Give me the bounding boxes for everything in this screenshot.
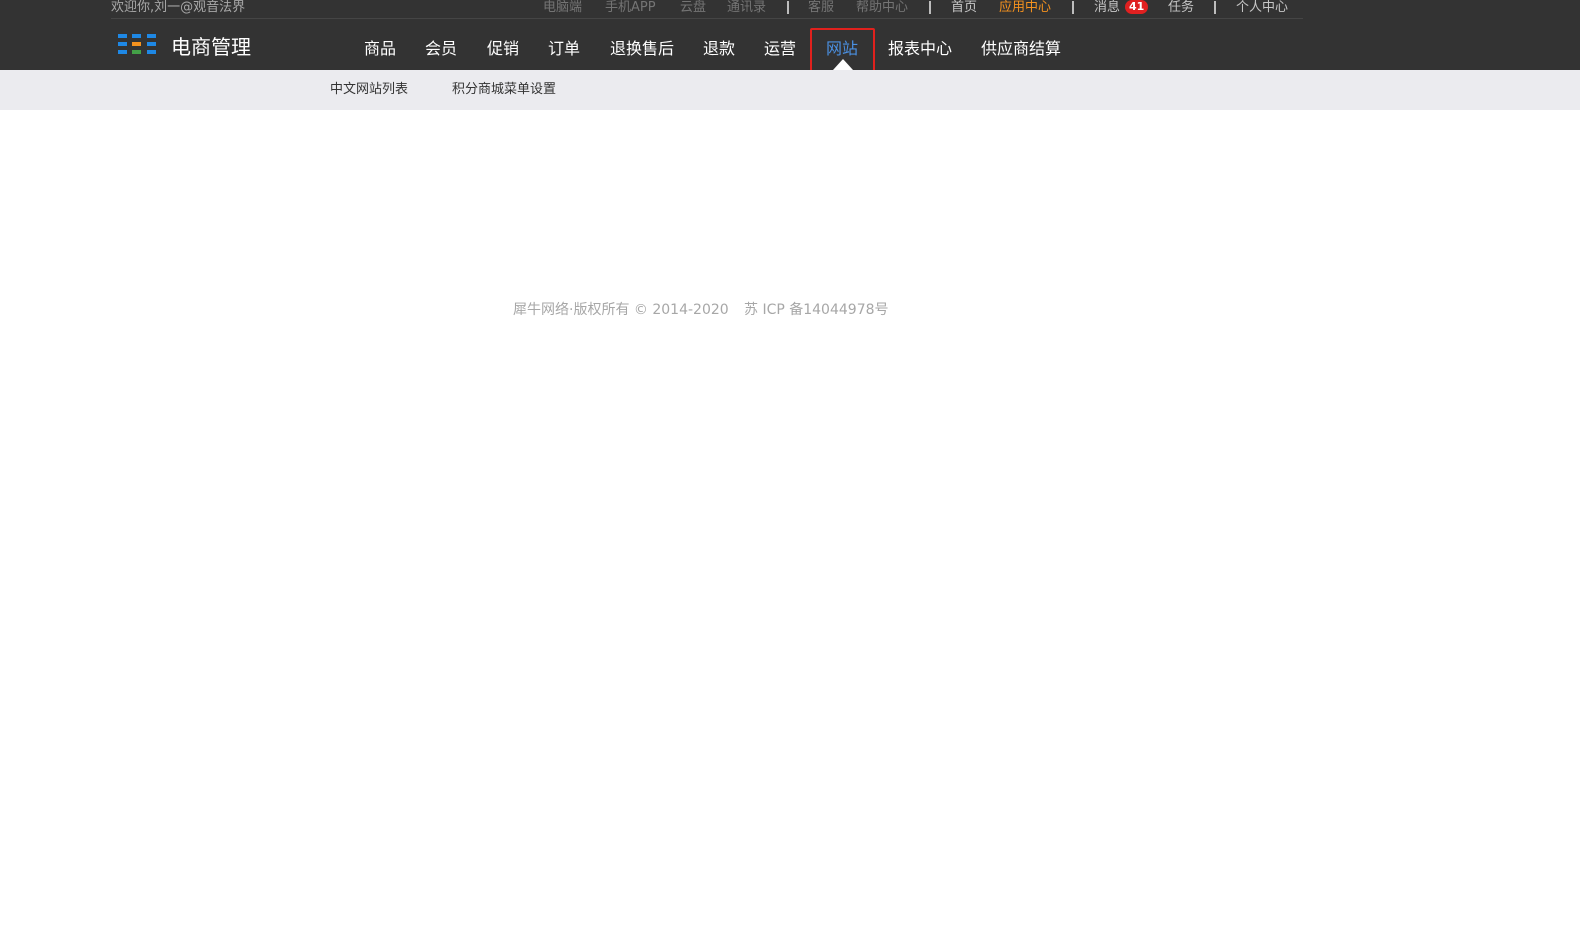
mobile-app-link[interactable]: 手机APP [605, 0, 656, 17]
nav-item-supplier-settlement[interactable]: 供应商结算 [981, 38, 1061, 60]
divider [111, 18, 1303, 19]
separator [1214, 1, 1216, 14]
utility-bar: 欢迎你,刘一@观音法界 电脑端 手机APP 云盘 通讯录 客服 帮助中心 首页 … [0, 0, 1580, 19]
footer-copyright: 犀牛网络·版权所有 © 2014-2020 [513, 302, 729, 318]
customer-service-link[interactable]: 客服 [808, 0, 834, 17]
contacts-link[interactable]: 通讯录 [727, 0, 766, 17]
cloud-disk-link[interactable]: 云盘 [680, 0, 706, 17]
grid-icon [118, 34, 156, 54]
messages-count-badge: 41 [1125, 0, 1149, 14]
pc-link[interactable]: 电脑端 [543, 0, 582, 17]
tasks-link[interactable]: 任务 [1168, 0, 1194, 17]
nav-item-operations[interactable]: 运营 [764, 38, 796, 60]
subnav-item-chinese-sites[interactable]: 中文网站列表 [330, 81, 408, 99]
nav-item-website[interactable]: 网站 [826, 38, 858, 60]
nav-item-returns[interactable]: 退换售后 [610, 38, 674, 60]
nav-item-refunds[interactable]: 退款 [703, 38, 735, 60]
nav-item-members[interactable]: 会员 [425, 38, 457, 60]
messages-link[interactable]: 消息 41 [1094, 0, 1149, 17]
nav-item-orders[interactable]: 订单 [548, 38, 580, 60]
separator [1072, 1, 1074, 14]
personal-center-link[interactable]: 个人中心 [1236, 0, 1288, 17]
messages-label: 消息 [1094, 0, 1121, 15]
nav-item-products[interactable]: 商品 [364, 38, 396, 60]
welcome-text: 欢迎你,刘一@观音法界 [111, 0, 246, 15]
separator [929, 1, 931, 14]
app-center-link[interactable]: 应用中心 [999, 0, 1051, 17]
brand-title: 电商管理 [171, 35, 251, 59]
subnav-item-points-mall-menu[interactable]: 积分商城菜单设置 [452, 81, 556, 99]
home-link[interactable]: 首页 [951, 0, 977, 17]
nav-item-reports[interactable]: 报表中心 [888, 38, 952, 60]
footer-icp[interactable]: 苏 ICP 备14044978号 [744, 300, 889, 320]
active-caret-icon [833, 59, 853, 70]
separator [787, 1, 789, 14]
sub-navigation [0, 70, 1580, 110]
top-header: 欢迎你,刘一@观音法界 电脑端 手机APP 云盘 通讯录 客服 帮助中心 首页 … [0, 0, 1580, 73]
help-center-link[interactable]: 帮助中心 [856, 0, 908, 17]
nav-item-promotions[interactable]: 促销 [487, 38, 519, 60]
